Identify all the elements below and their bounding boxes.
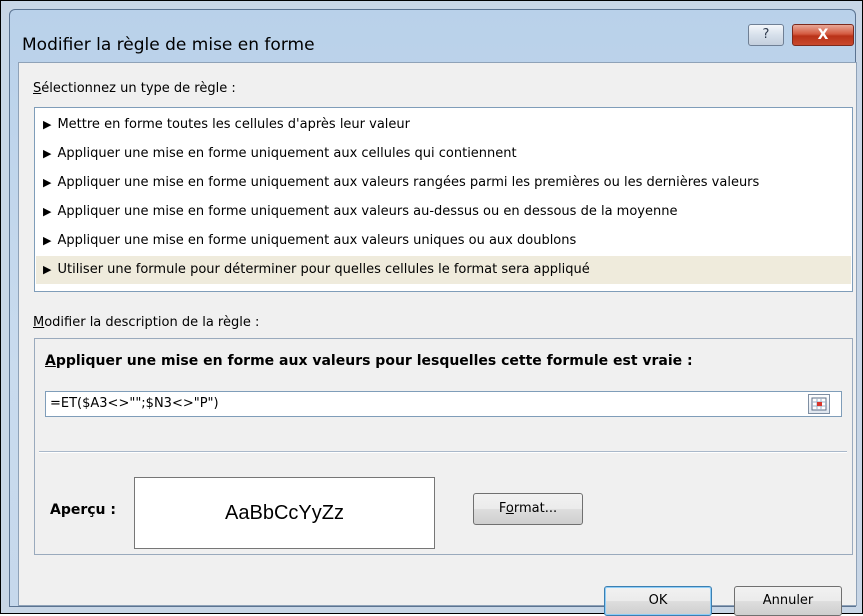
help-button[interactable]: ?	[748, 24, 784, 46]
collapse-dialog-icon	[811, 397, 827, 411]
window-title: Modifier la règle de mise en forme	[22, 35, 315, 55]
formula-input[interactable]: =ET($A3<>"";$N3<>"P")	[45, 391, 842, 417]
rule-type-label: Sélectionnez un type de règle :	[33, 81, 236, 96]
cancel-button[interactable]: Annuler	[734, 586, 842, 616]
preview-box: AaBbCcYyZz	[134, 477, 435, 549]
triangle-right-icon: ▶	[43, 118, 52, 131]
triangle-right-icon: ▶	[43, 176, 52, 189]
triangle-right-icon: ▶	[43, 205, 52, 218]
rule-type-item-contains[interactable]: ▶ Appliquer une mise en forme uniquement …	[36, 140, 851, 168]
range-select-button[interactable]	[808, 394, 830, 414]
list-item-label: Mettre en forme toutes les cellules d'ap…	[57, 117, 410, 132]
format-button-accel: o	[505, 501, 514, 516]
rule-type-item-values[interactable]: ▶ Mettre en forme toutes les cellules d'a…	[36, 111, 851, 139]
list-item-label: Appliquer une mise en forme uniquement a…	[57, 233, 577, 248]
triangle-right-icon: ▶	[43, 147, 52, 160]
dialog-window: Modifier la règle de mise en forme ? X S…	[0, 0, 863, 616]
formula-heading-text: ppliquer une mise en forme aux valeurs p…	[55, 353, 693, 369]
rule-type-label-text: électionnez un type de règle :	[41, 81, 236, 96]
list-item-label: Appliquer une mise en forme uniquement a…	[57, 146, 517, 161]
close-button[interactable]: X	[792, 24, 854, 46]
format-button-text-pre: F	[498, 501, 506, 516]
list-item-label: Utiliser une formule pour déterminer pou…	[57, 262, 590, 277]
formula-heading: Appliquer une mise en forme aux valeurs …	[45, 353, 693, 369]
dialog-body: Sélectionnez un type de règle : ▶ Mettre …	[18, 62, 857, 616]
triangle-right-icon: ▶	[43, 263, 52, 276]
rule-type-item-formula[interactable]: ▶ Utiliser une formule pour déterminer po…	[36, 256, 851, 284]
ok-button[interactable]: OK	[604, 586, 712, 616]
rule-type-list[interactable]: ▶ Mettre en forme toutes les cellules d'a…	[34, 107, 853, 292]
formula-heading-accel: A	[45, 353, 56, 369]
list-item-label: Appliquer une mise en forme uniquement a…	[57, 175, 760, 190]
preview-label: Aperçu :	[50, 502, 116, 518]
rule-description-label-accel: M	[33, 315, 45, 330]
rule-type-item-unique-duplicate[interactable]: ▶ Appliquer une mise en forme uniquement …	[36, 227, 851, 255]
rule-description-panel: Appliquer une mise en forme aux valeurs …	[34, 338, 853, 555]
rule-description-label-text: odifier la description de la règle :	[44, 315, 260, 330]
section-divider	[39, 451, 847, 453]
list-item-label: Appliquer une mise en forme uniquement a…	[57, 204, 678, 219]
format-button[interactable]: Format...	[473, 493, 583, 525]
rule-description-label: Modifier la description de la règle :	[33, 315, 259, 330]
format-button-text-post: rmat...	[513, 501, 558, 516]
triangle-right-icon: ▶	[43, 234, 52, 247]
rule-type-item-top-bottom[interactable]: ▶ Appliquer une mise en forme uniquement …	[36, 169, 851, 197]
rule-type-item-above-below-average[interactable]: ▶ Appliquer une mise en forme uniquement …	[36, 198, 851, 226]
